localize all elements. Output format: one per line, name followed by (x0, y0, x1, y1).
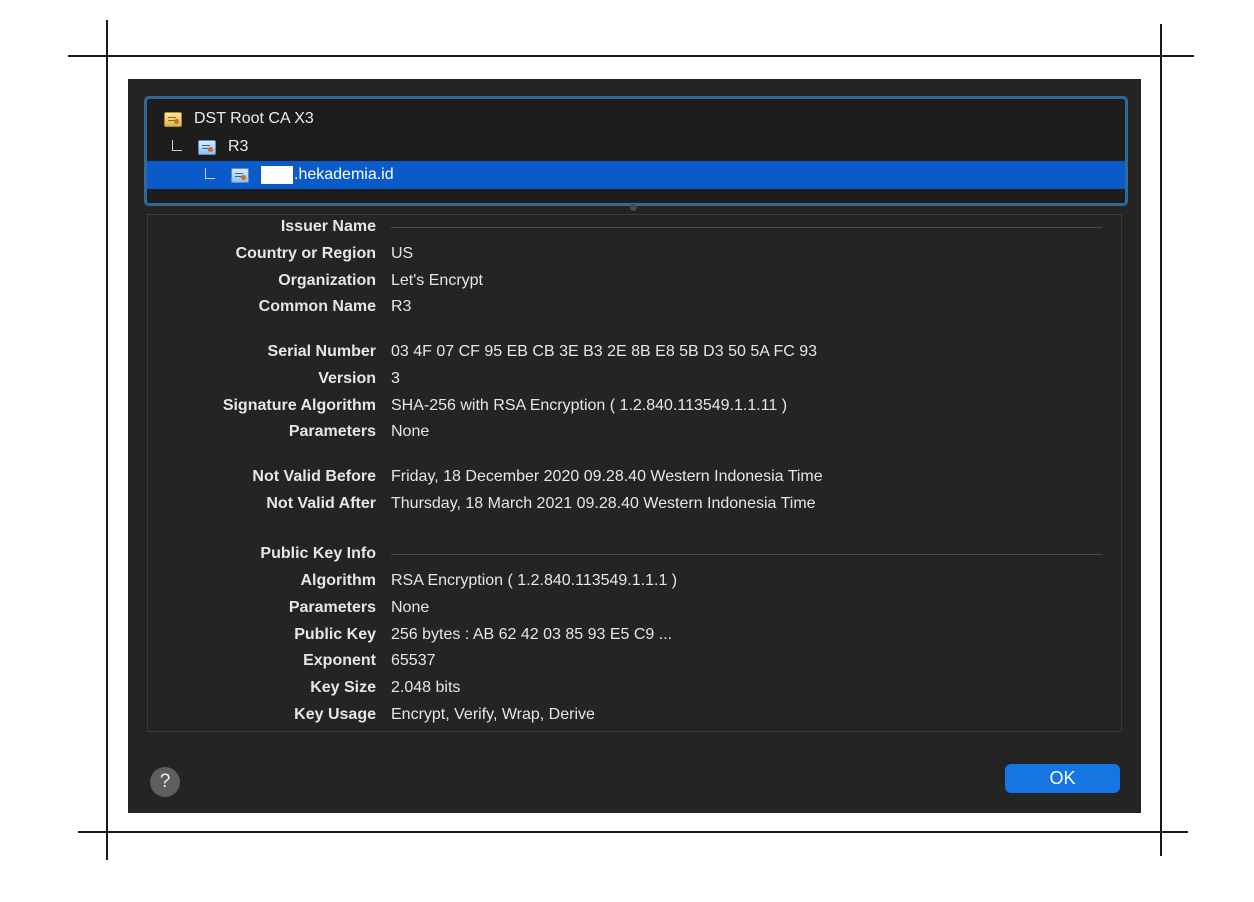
issuer-name-section: Issuer Name (148, 216, 1121, 238)
field-label: Not Valid After (266, 495, 376, 512)
tree-item-label: .hekademia.id (294, 166, 394, 183)
section-divider (391, 226, 1102, 228)
field-value: US (391, 245, 414, 262)
section-heading: Public Key Info (260, 545, 376, 562)
version-row: Version 3 (148, 368, 1121, 390)
field-label: Parameters (288, 599, 376, 616)
common-name-row: Common Name R3 (148, 296, 1121, 318)
split-view-handle[interactable] (630, 204, 637, 211)
tree-item-leaf[interactable]: .hekademia.id (147, 161, 1125, 189)
exponent-row: Exponent 65537 (148, 650, 1121, 672)
frame-left-line (106, 20, 108, 860)
not-valid-before-row: Not Valid Before Friday, 18 December 202… (148, 466, 1121, 488)
field-value: 2.048 bits (391, 679, 461, 696)
certificate-icon (198, 139, 216, 155)
frame-bottom-line (78, 831, 1188, 833)
redacted-block (261, 166, 293, 184)
certificate-details: Issuer Name Country or Region US Organiz… (147, 214, 1122, 732)
field-value: 3 (391, 370, 400, 387)
field-value: Thursday, 18 March 2021 09.28.40 Western… (391, 495, 816, 512)
serial-number-row: Serial Number 03 4F 07 CF 95 EB CB 3E B3… (148, 341, 1121, 363)
certificate-dialog: DST Root CA X3 R3 .hekademia.id Issuer N… (128, 79, 1141, 813)
field-label: Signature Algorithm (222, 397, 376, 414)
key-usage-row: Key Usage Encrypt, Verify, Wrap, Derive (148, 704, 1121, 726)
field-value: 256 bytes : AB 62 42 03 85 93 E5 C9 ... (391, 626, 673, 643)
certificate-chain-tree[interactable]: DST Root CA X3 R3 .hekademia.id (144, 96, 1128, 206)
section-divider (391, 553, 1102, 555)
public-key-row: Public Key 256 bytes : AB 62 42 03 85 93… (148, 624, 1121, 646)
field-label: Common Name (258, 298, 376, 315)
field-label: Public Key (294, 626, 376, 643)
frame-top-line (68, 55, 1194, 57)
certificate-icon (231, 167, 249, 183)
tree-item-intermediate[interactable]: R3 (147, 133, 1125, 161)
field-value: SHA-256 with RSA Encryption ( 1.2.840.11… (391, 397, 788, 414)
field-value: 65537 (391, 652, 436, 669)
public-key-info-section: Public Key Info (148, 543, 1121, 565)
signature-algorithm-row: Signature Algorithm SHA-256 with RSA Enc… (148, 395, 1121, 417)
field-value: Let's Encrypt (391, 272, 483, 289)
field-value: RSA Encryption ( 1.2.840.113549.1.1.1 ) (391, 572, 678, 589)
certificate-icon (164, 111, 182, 127)
tree-item-label: DST Root CA X3 (194, 110, 314, 127)
parameters-row: Parameters None (148, 421, 1121, 443)
ok-button[interactable]: OK (1005, 764, 1120, 793)
tree-branch-icon (203, 168, 219, 182)
field-label: Version (318, 370, 376, 387)
key-parameters-row: Parameters None (148, 597, 1121, 619)
field-value: Encrypt, Verify, Wrap, Derive (391, 706, 595, 723)
field-label: Country or Region (235, 245, 376, 262)
organization-row: Organization Let's Encrypt (148, 270, 1121, 292)
field-label: Algorithm (300, 572, 376, 589)
key-size-row: Key Size 2.048 bits (148, 677, 1121, 699)
tree-branch-icon (170, 140, 186, 154)
field-label: Key Size (310, 679, 376, 696)
section-heading: Issuer Name (280, 218, 376, 235)
field-label: Exponent (303, 652, 376, 669)
field-label: Parameters (288, 423, 376, 440)
field-value: Friday, 18 December 2020 09.28.40 Wester… (391, 468, 823, 485)
tree-item-label: R3 (228, 138, 249, 155)
frame-right-line (1160, 24, 1162, 856)
field-label: Serial Number (267, 343, 376, 360)
field-value: None (391, 423, 430, 440)
field-label: Not Valid Before (252, 468, 376, 485)
field-label: Organization (278, 272, 376, 289)
help-icon: ? (159, 771, 171, 792)
not-valid-after-row: Not Valid After Thursday, 18 March 2021 … (148, 493, 1121, 515)
field-value: R3 (391, 298, 412, 315)
algorithm-row: Algorithm RSA Encryption ( 1.2.840.11354… (148, 570, 1121, 592)
field-value: None (391, 599, 430, 616)
tree-item-root[interactable]: DST Root CA X3 (147, 105, 1125, 133)
field-value: 03 4F 07 CF 95 EB CB 3E B3 2E 8B E8 5B D… (391, 343, 818, 360)
field-label: Key Usage (294, 706, 376, 723)
country-row: Country or Region US (148, 243, 1121, 265)
help-button[interactable]: ? (150, 767, 180, 797)
